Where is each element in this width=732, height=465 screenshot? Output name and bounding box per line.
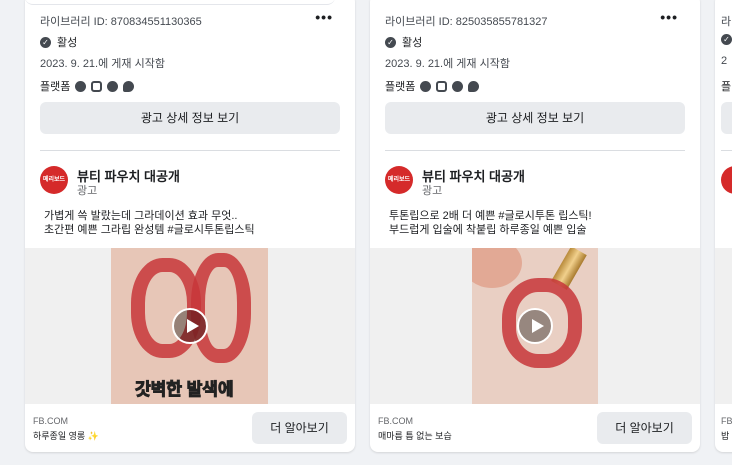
check-circle-icon: ✓ [721, 34, 732, 45]
avatar[interactable]: 메리보드 [40, 166, 68, 194]
lipstick-swatch [191, 253, 251, 363]
ad-body-line: 초간편 예쁜 그라립 완성템 #글로시투톤립스틱 [44, 224, 255, 236]
check-circle-icon: ✓ [40, 36, 51, 48]
start-date: 2023. 9. 21.에 게재 시작함 [385, 58, 510, 70]
status: ✓ 활성 [385, 34, 422, 50]
cta-site: FB [721, 416, 732, 426]
divider [721, 150, 732, 151]
sponsored-label: 광고 [422, 185, 443, 197]
ad-body-line: 가볍게 쓱 발랐는데 그라데이션 효과 무엇.. [44, 210, 238, 222]
previous-card-edge [25, 0, 335, 5]
divider [40, 150, 340, 151]
cta-description: 하루종일 영롱 ✨ [33, 431, 99, 441]
status: ✓ 활성 [40, 34, 77, 50]
audience-network-icon [107, 80, 119, 92]
video-thumbnail [472, 248, 598, 404]
ad-card-1: 라이브러리 ID: 870834551130365 ••• ✓ 활성 2023.… [25, 0, 355, 452]
avatar[interactable] [721, 166, 732, 194]
messenger-icon [123, 80, 135, 92]
more-icon[interactable]: ••• [660, 9, 678, 25]
ad-video[interactable] [370, 248, 700, 404]
facebook-icon [420, 80, 432, 92]
ad-video[interactable] [715, 248, 732, 404]
library-id: 라 [721, 16, 732, 28]
ad-body-line: 투톤립으로 2배 더 예쁜 #글로시투톤 립스틱! [389, 210, 592, 222]
ad-details-button[interactable]: 광고 상세 정보 보기 [40, 102, 340, 134]
status-label: 활성 [402, 37, 423, 49]
video-caption: 갓벽한 발색에 [135, 380, 235, 400]
learn-more-button[interactable]: 더 알아보기 [597, 412, 692, 444]
learn-more-button[interactable]: 더 알아보기 [252, 412, 347, 444]
ad-body: 가볍게 쓱 발랐는데 그라데이션 효과 무엇.. 초간편 예쁜 그라립 완성템 … [44, 209, 344, 237]
ad-body: 투톤립으로 2배 더 예쁜 #글로시투톤 립스틱! 부드럽게 입술에 착붙립 하… [389, 209, 689, 237]
cta-description: 밥 [721, 431, 730, 441]
avatar[interactable]: 메리보드 [385, 166, 413, 194]
platforms-label: 플 [721, 81, 732, 93]
check-circle-icon: ✓ [385, 36, 396, 48]
ad-body-line: 부드럽게 입술에 착붙립 하루종일 예쁜 입술 [389, 224, 587, 236]
instagram-icon [91, 80, 103, 92]
ad-details-button[interactable]: 광고 상세 정보 보기 [385, 102, 685, 134]
sponsored-label: 광고 [77, 185, 98, 197]
platforms-label: 플랫폼 [385, 81, 416, 93]
status-label: 활성 [57, 37, 78, 49]
facebook-icon [75, 80, 87, 92]
ad-card-2: 라이브러리 ID: 825035855781327 ••• ✓ 활성 2023.… [370, 0, 700, 452]
library-id: 라이브러리 ID: 825035855781327 [385, 16, 548, 28]
status: ✓ [721, 34, 732, 45]
platforms-label: 플랫폼 [40, 81, 71, 93]
play-icon[interactable] [517, 308, 553, 344]
start-date: 2023. 9. 21.에 게재 시작함 [40, 58, 165, 70]
ad-details-button[interactable] [721, 102, 732, 134]
cta-description: 매마름 틈 없는 보습 [378, 431, 452, 441]
messenger-icon [468, 80, 480, 92]
platforms: 플랫폼 [385, 78, 480, 94]
more-icon[interactable]: ••• [315, 9, 333, 25]
divider [385, 150, 685, 151]
start-date: 2 [721, 55, 728, 67]
library-id: 라이브러리 ID: 870834551130365 [40, 16, 202, 28]
ad-card-3: 라 ✓ 2 플 FB 밥 [715, 0, 732, 452]
play-icon[interactable] [171, 308, 208, 344]
cta-site: FB.COM [378, 416, 413, 426]
finger [472, 248, 522, 288]
platforms: 플랫폼 [40, 78, 135, 94]
ad-video[interactable]: 갓벽한 발색에 [25, 248, 355, 404]
cta-site: FB.COM [33, 416, 68, 426]
audience-network-icon [452, 80, 464, 92]
instagram-icon [436, 80, 448, 92]
video-thumbnail: 갓벽한 발색에 [111, 248, 268, 404]
